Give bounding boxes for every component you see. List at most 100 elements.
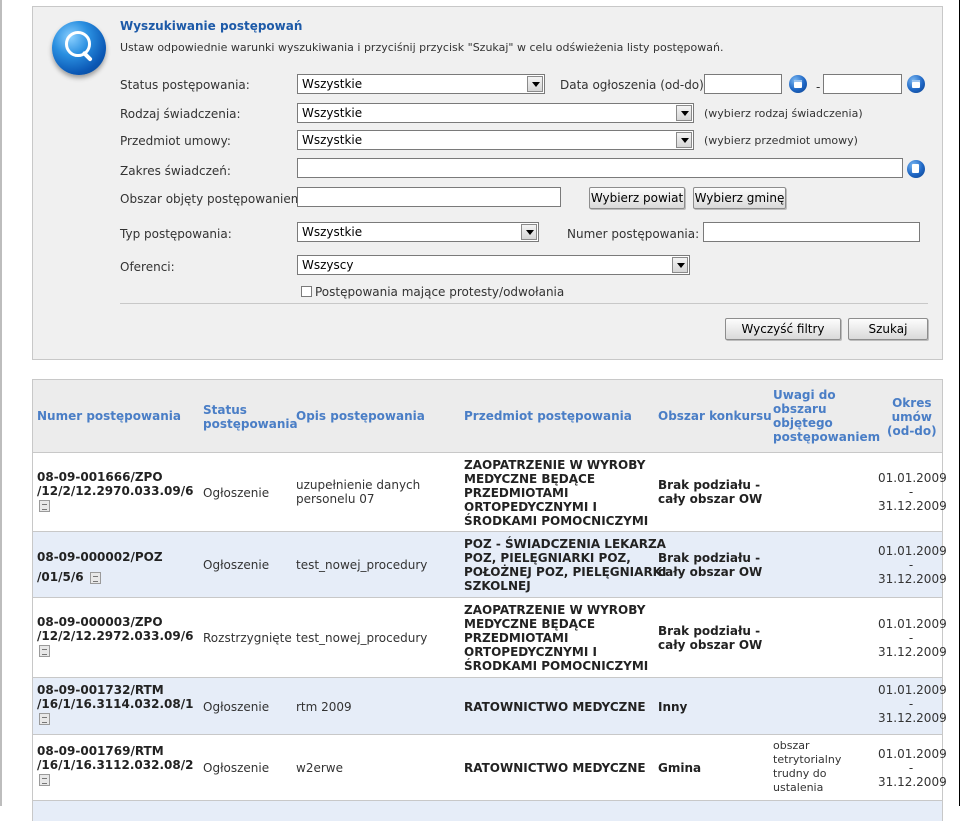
row-numer-l1: 08-09-000002/POZ: [37, 550, 163, 564]
protesty-checkbox[interactable]: [301, 286, 312, 297]
status-select-value: Wszystkie: [302, 77, 363, 91]
rodzaj-hint: (wybierz rodzaj świadczenia): [704, 107, 863, 120]
table-row[interactable]: 08-09-000002/POZ /01/5/6 Ogłoszenie test…: [33, 532, 947, 598]
row-numer-l1: 08-09-001732/RTM: [37, 683, 164, 697]
table-row[interactable]: 08-09-000003/ZPO /12/2/12.2972.033.09/6 …: [33, 598, 947, 678]
col-status-header[interactable]: Status postępowania: [203, 403, 298, 431]
row-przedmiot-l1: ZAOPATRZENIE W WYROBY: [464, 458, 646, 472]
rodzaj-label: Rodzaj świadczenia:: [120, 107, 241, 121]
row-przedmiot-l3: POŁOŻNEJ POZ, PIELĘGNIARKI: [464, 565, 667, 579]
row-uwagi-l1: obszar: [773, 739, 810, 752]
document-icon[interactable]: [39, 773, 50, 786]
date-from-input[interactable]: [704, 74, 782, 94]
row-numer[interactable]: 08-09-000003/ZPO /12/2/12.2972.033.09/6: [37, 615, 193, 657]
row-przedmiot-l4: SZKOLNEJ: [464, 579, 531, 593]
calendar-to-icon[interactable]: [907, 75, 925, 93]
chevron-down-icon[interactable]: [676, 105, 692, 121]
typ-select[interactable]: Wszystkie: [297, 222, 539, 242]
row-numer-l1: 08-09-001769/RTM: [37, 744, 164, 758]
results-table: Numer postępowania Status postępowania O…: [32, 379, 947, 821]
row-okres-do: 31.12.2009: [878, 645, 947, 659]
status-select[interactable]: Wszystkie: [297, 74, 545, 94]
document-icon[interactable]: [39, 712, 50, 725]
row-numer[interactable]: 08-09-001732/RTM /16/1/16.3114.032.08/1: [37, 683, 193, 725]
col-obszar-header[interactable]: Obszar konkursu: [658, 409, 772, 423]
row-opis: rtm 2009: [296, 700, 352, 714]
row-okres: 01.01.2009 - 31.12.2009: [878, 471, 947, 513]
document-icon[interactable]: [39, 499, 50, 512]
row-status: Ogłoszenie: [203, 700, 270, 714]
wybierz-powiat-button[interactable]: Wybierz powiat: [589, 187, 685, 209]
przedmiot-select[interactable]: Wszystkie: [297, 130, 694, 150]
col-opis-header[interactable]: Opis postępowania: [296, 409, 425, 423]
chevron-down-icon[interactable]: [672, 257, 688, 273]
row-uwagi: obszar tetrytorialny trudny do ustalenia: [773, 739, 841, 795]
col-przedmiot-header[interactable]: Przedmiot postępowania: [464, 409, 632, 423]
row-przedmiot-l4: ORTOPEDYCZNYMI I: [464, 500, 597, 514]
table-row-partial[interactable]: [33, 801, 942, 821]
status-label: Status postępowania:: [120, 78, 250, 92]
row-obszar-l2: cały obszar OW: [658, 638, 763, 652]
row-okres: 01.01.2009 - 31.12.2009: [878, 544, 947, 586]
rodzaj-select[interactable]: Wszystkie: [297, 103, 694, 123]
row-przedmiot-l5: ŚRODKAMI POMOCNICZYMI: [464, 514, 649, 528]
row-okres: 01.01.2009 - 31.12.2009: [878, 683, 947, 725]
oferenci-label: Oferenci:: [120, 260, 175, 274]
numer-label: Numer postępowania:: [567, 227, 700, 241]
col-okres-header-l2: umów: [891, 410, 932, 424]
search-panel-description: Ustaw odpowiednie warunki wyszukiwania i…: [120, 41, 724, 54]
row-okres-do: 31.12.2009: [878, 775, 947, 789]
row-obszar: Gmina: [658, 761, 702, 775]
date-to-input[interactable]: [823, 74, 902, 94]
row-uwagi-l3: trudny do: [773, 767, 827, 780]
row-przedmiot-l1: ZAOPATRZENIE W WYROBY: [464, 603, 646, 617]
date-separator: -: [816, 80, 821, 94]
date-label: Data ogłoszenia (od-do):: [560, 78, 708, 92]
row-okres-od: 01.01.2009: [878, 544, 947, 558]
zakres-input[interactable]: [297, 158, 903, 178]
row-obszar: Brak podziału - cały obszar OW: [658, 551, 762, 579]
table-row[interactable]: 08-09-001769/RTM /16/1/16.3112.032.08/2 …: [33, 735, 947, 801]
col-uwagi-header-l3: objętego: [773, 416, 833, 430]
rodzaj-select-value: Wszystkie: [302, 106, 363, 120]
row-przedmiot-l3: PRZEDMIOTAMI: [464, 486, 569, 500]
row-status: Ogłoszenie: [203, 558, 270, 572]
clear-filters-button[interactable]: Wyczyść filtry: [725, 318, 841, 340]
row-opis: uzupełnienie danych personelu 07: [296, 478, 420, 506]
row-okres-od: 01.01.2009: [878, 747, 947, 761]
table-row[interactable]: 08-09-001666/ZPO /12/2/12.2970.033.09/6 …: [33, 453, 947, 532]
obszar-input[interactable]: [297, 187, 561, 207]
row-status: Ogłoszenie: [203, 761, 270, 775]
document-icon[interactable]: [39, 644, 50, 657]
row-uwagi-l2: tetrytorialny: [773, 753, 842, 766]
chevron-down-icon[interactable]: [521, 224, 537, 240]
col-numer-header[interactable]: Numer postępowania: [37, 409, 181, 423]
scrollbar-gutter[interactable]: [959, 0, 977, 806]
row-numer[interactable]: 08-09-001769/RTM /16/1/16.3112.032.08/2: [37, 744, 193, 786]
row-obszar-l2: cały obszar OW: [658, 492, 763, 506]
row-status: Ogłoszenie: [203, 486, 270, 500]
search-button[interactable]: Szukaj: [848, 318, 928, 340]
row-numer[interactable]: 08-09-000002/POZ /01/5/6: [37, 547, 163, 587]
numer-input[interactable]: [703, 222, 920, 242]
row-numer-l1: 08-09-001666/ZPO: [37, 470, 163, 484]
chevron-down-icon[interactable]: [527, 76, 543, 92]
col-okres-header[interactable]: Okres umów (od-do): [887, 396, 937, 438]
document-icon[interactable]: [89, 571, 101, 584]
calendar-from-icon[interactable]: [789, 75, 807, 93]
search-magnifier-icon: [52, 21, 106, 75]
table-row[interactable]: 08-09-001732/RTM /16/1/16.3114.032.08/1 …: [33, 678, 947, 735]
row-okres-sep: -: [908, 558, 914, 572]
row-opis: test_nowej_procedury: [296, 558, 428, 572]
col-uwagi-header: Uwagi do obszaru objętego postępowaniem: [773, 388, 880, 444]
row-numer[interactable]: 08-09-001666/ZPO /12/2/12.2970.033.09/6: [37, 470, 193, 512]
oferenci-select[interactable]: Wszyscy: [297, 255, 690, 275]
przedmiot-select-value: Wszystkie: [302, 133, 363, 147]
zakres-edit-icon[interactable]: [907, 160, 925, 178]
wybierz-gmine-button[interactable]: Wybierz gminę: [693, 187, 786, 209]
col-uwagi-header-l1: Uwagi do: [773, 388, 836, 402]
row-okres-do: 31.12.2009: [878, 572, 947, 586]
row-przedmiot-l3: PRZEDMIOTAMI: [464, 631, 569, 645]
row-okres-od: 01.01.2009: [878, 617, 947, 631]
chevron-down-icon[interactable]: [676, 132, 692, 148]
